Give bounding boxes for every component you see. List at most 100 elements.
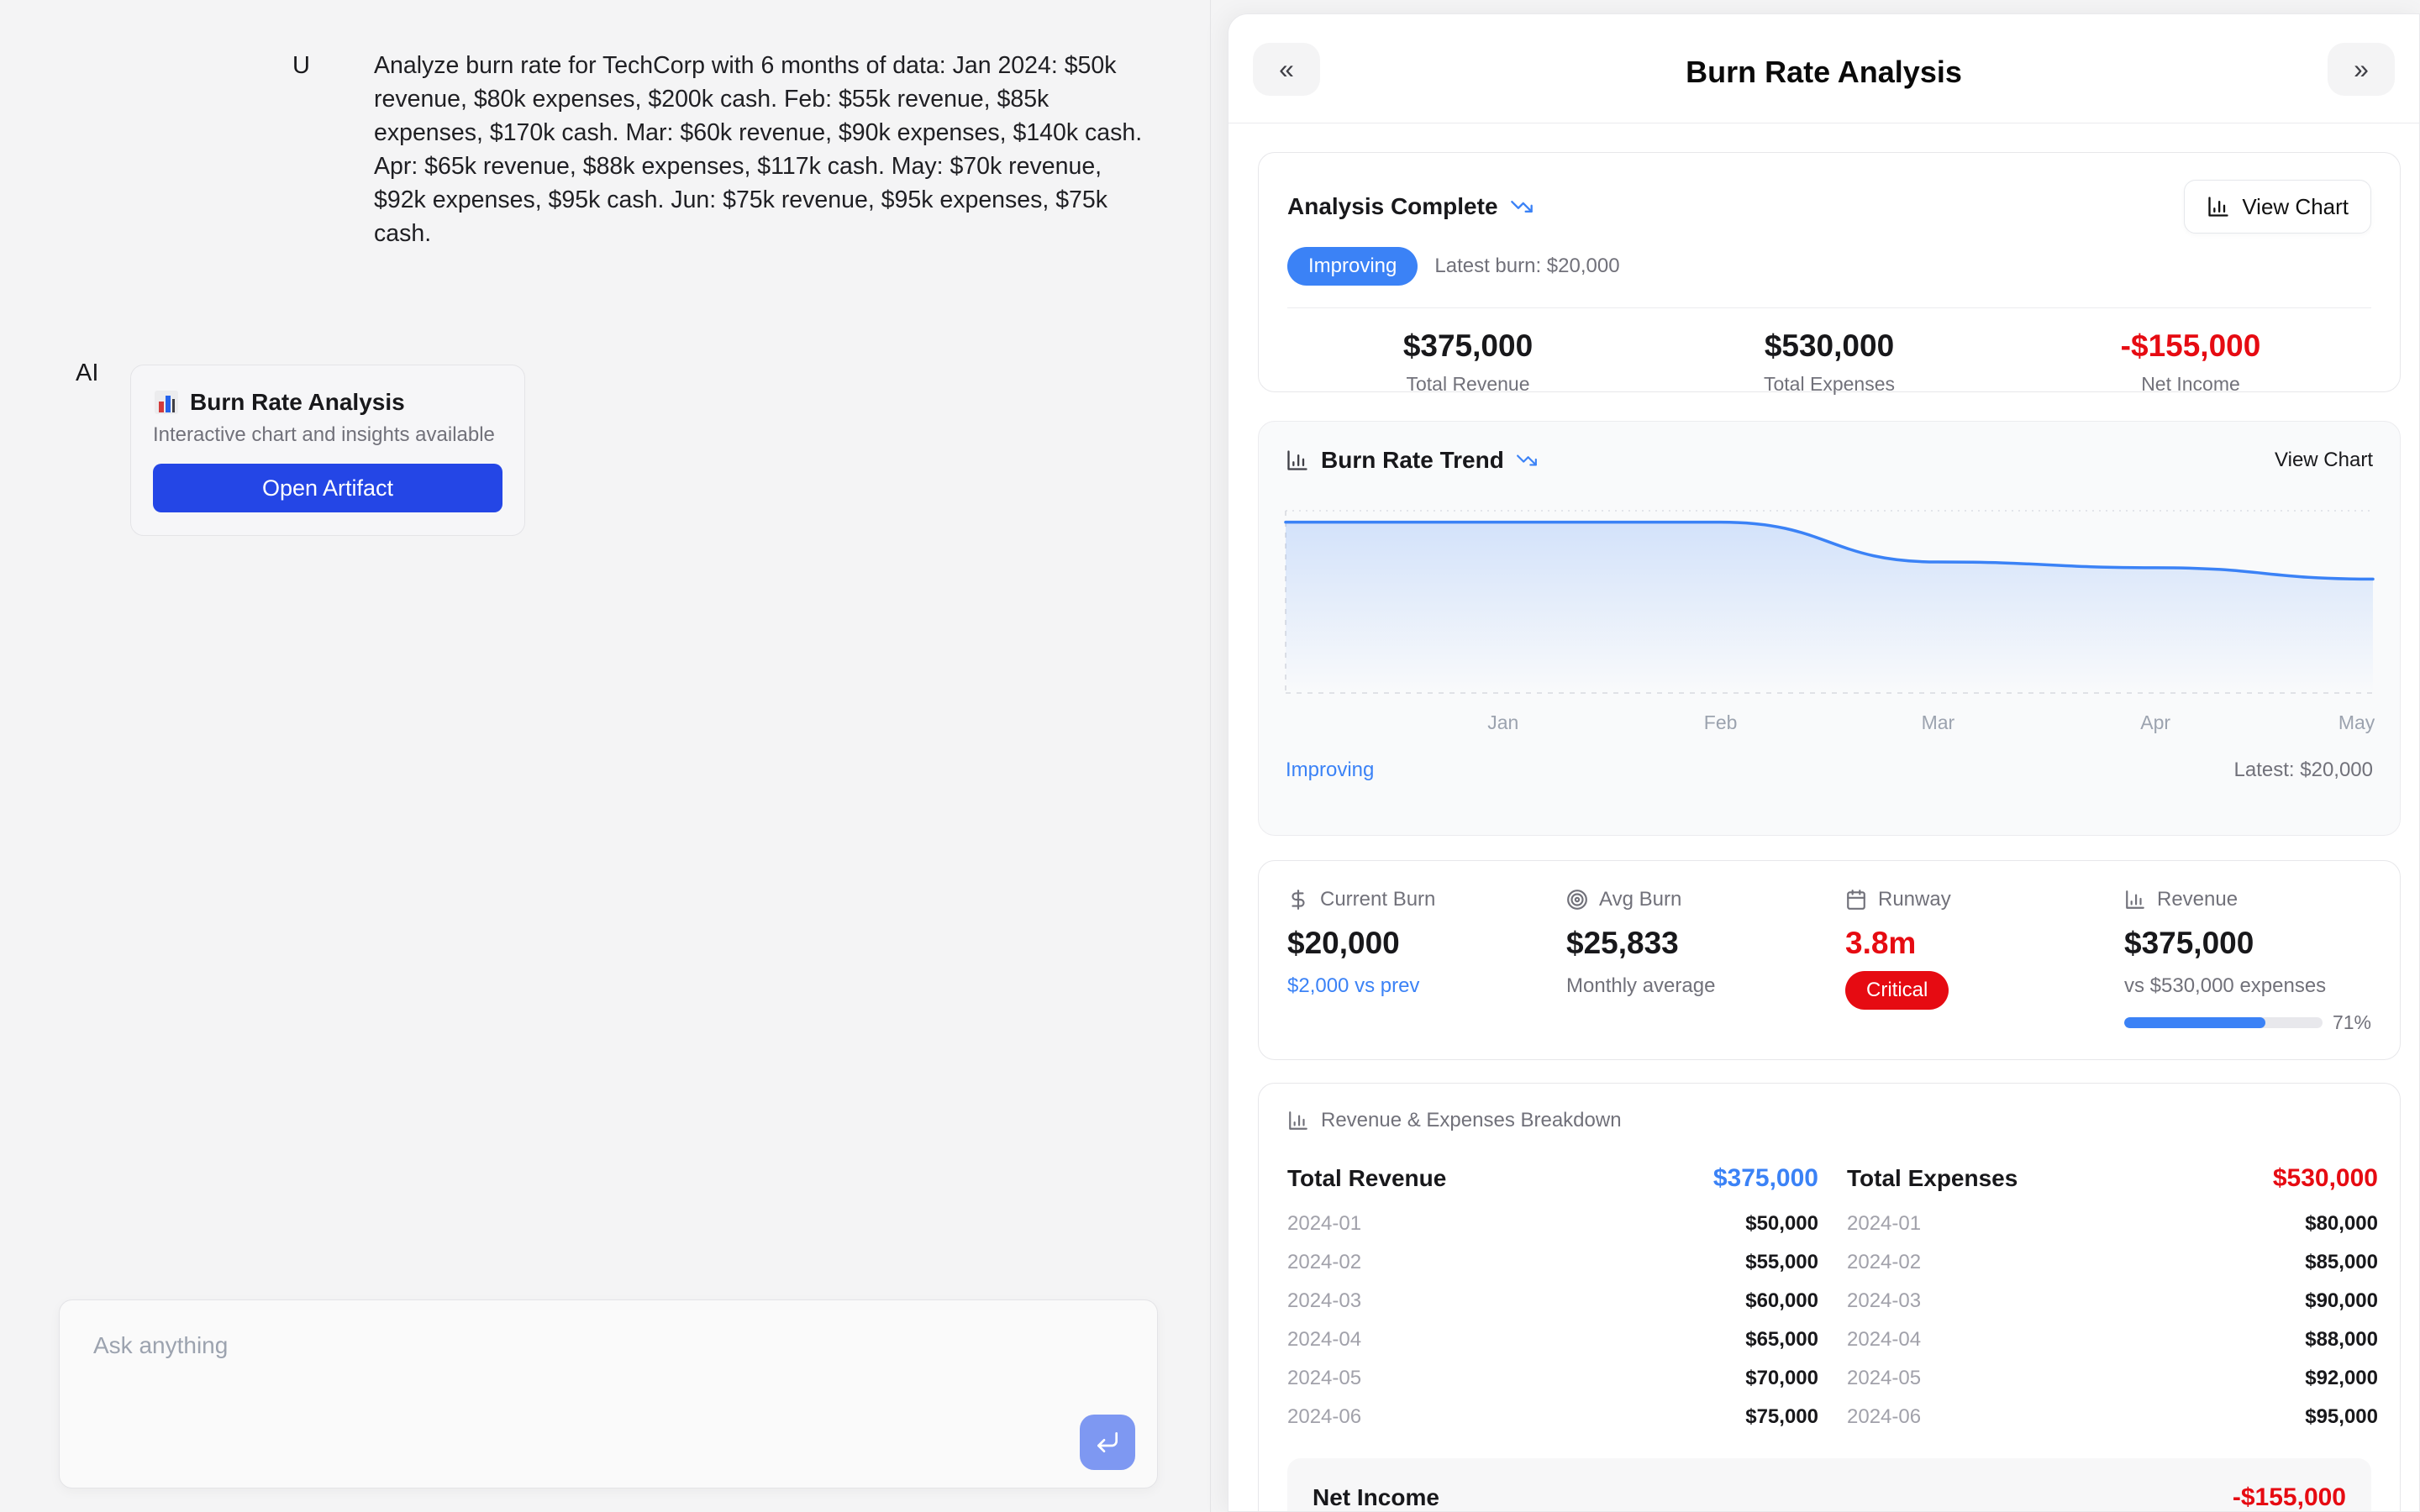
metric-current-burn: Current Burn $20,000 $2,000 vs prev xyxy=(1287,888,1566,1032)
user-avatar: U xyxy=(292,52,310,80)
metric-value: 3.8m xyxy=(1845,926,2124,961)
net-income-value: -$155,000 xyxy=(2233,1483,2346,1512)
calendar-icon xyxy=(1845,889,1867,911)
metric-label: Runway xyxy=(1878,888,1951,911)
chat-input[interactable] xyxy=(60,1300,1157,1426)
value-cell: $88,000 xyxy=(2305,1328,2378,1352)
month-cell: 2024-03 xyxy=(1847,1289,1921,1313)
expenses-total-row: Total Expenses $530,000 xyxy=(1847,1164,2378,1193)
stat-label: Total Revenue xyxy=(1287,373,1649,396)
burn-rate-chart xyxy=(1286,511,2373,693)
table-row: 2024-05$70,000 2024-05$92,000 xyxy=(1287,1359,2371,1398)
expand-panel-button[interactable]: » xyxy=(2328,43,2395,96)
breakdown-title: Revenue & Expenses Breakdown xyxy=(1321,1109,1622,1132)
table-row: 2024-03$60,000 2024-03$90,000 xyxy=(1287,1282,2371,1320)
table-row: 2024-01$50,000 2024-01$80,000 xyxy=(1287,1205,2371,1243)
chat-pane: U Analyze burn rate for TechCorp with 6 … xyxy=(0,0,1211,1512)
panel-title: Burn Rate Analysis xyxy=(1228,55,2419,90)
revenue-progress-track xyxy=(2124,1017,2323,1028)
value-cell: $70,000 xyxy=(1745,1367,1818,1390)
value-cell: $80,000 xyxy=(2305,1212,2378,1236)
table-row: 2024-06$75,000 2024-06$95,000 xyxy=(1287,1398,2371,1436)
metric-label: Current Burn xyxy=(1320,888,1435,911)
metric-avg-burn: Avg Burn $25,833 Monthly average xyxy=(1566,888,1845,1032)
stat-total-revenue: $375,000 Total Revenue xyxy=(1287,328,1649,396)
key-metrics-card: Current Burn $20,000 $2,000 vs prev Avg … xyxy=(1258,860,2401,1060)
area-fill xyxy=(1286,522,2373,693)
metric-value: $20,000 xyxy=(1287,926,1566,961)
target-icon xyxy=(1566,889,1588,911)
chat-input-box xyxy=(59,1299,1158,1488)
month-cell: 2024-06 xyxy=(1847,1405,1921,1429)
revenue-progress-percent: 71% xyxy=(2333,1011,2371,1034)
artifact-panel-zone: « Burn Rate Analysis » Analysis Complete xyxy=(1211,0,2420,1512)
column-header: Total Revenue xyxy=(1287,1165,1446,1192)
view-chart-link[interactable]: View Chart xyxy=(2275,449,2373,472)
trending-down-icon xyxy=(1516,449,1538,471)
revenue-progress-fill xyxy=(2124,1017,2265,1028)
trending-down-icon xyxy=(1510,195,1534,218)
stat-value: -$155,000 xyxy=(2010,328,2371,364)
stat-net-income: -$155,000 Net Income xyxy=(2010,328,2371,396)
view-chart-label: View Chart xyxy=(2242,194,2349,220)
metric-label: Revenue xyxy=(2157,888,2238,911)
x-axis-label: Jan xyxy=(1487,711,1518,734)
artifact-card: Burn Rate Analysis Interactive chart and… xyxy=(130,365,525,536)
bar-chart-icon xyxy=(2124,889,2146,911)
analysis-summary-card: Analysis Complete Vi xyxy=(1258,152,2401,392)
month-cell: 2024-01 xyxy=(1847,1212,1921,1236)
divider xyxy=(1287,307,2371,308)
artifact-title: Burn Rate Analysis xyxy=(190,389,405,416)
metric-runway: Runway 3.8m Critical xyxy=(1845,888,2124,1032)
panel-header: « Burn Rate Analysis » xyxy=(1228,14,2419,123)
stat-value: $530,000 xyxy=(1649,328,2010,364)
month-cell: 2024-01 xyxy=(1287,1212,1361,1236)
trend-status-label: Improving xyxy=(1286,759,1374,782)
net-income-label: Net Income xyxy=(1313,1484,1439,1511)
month-cell: 2024-04 xyxy=(1847,1328,1921,1352)
bar-chart-icon xyxy=(1287,1110,1309,1131)
trend-latest-label: Latest: $20,000 xyxy=(2234,759,2373,782)
value-cell: $55,000 xyxy=(1745,1251,1818,1274)
dollar-icon xyxy=(1287,889,1309,911)
month-cell: 2024-06 xyxy=(1287,1405,1361,1429)
critical-badge: Critical xyxy=(1845,971,1949,1010)
revenue-total: $375,000 xyxy=(1713,1164,1818,1193)
bar-chart-emoji-icon xyxy=(153,389,180,416)
value-cell: $75,000 xyxy=(1745,1405,1818,1429)
stat-label: Net Income xyxy=(2010,373,2371,396)
value-cell: $90,000 xyxy=(2305,1289,2378,1313)
view-chart-button[interactable]: View Chart xyxy=(2184,180,2371,234)
value-cell: $95,000 xyxy=(2305,1405,2378,1429)
month-cell: 2024-05 xyxy=(1287,1367,1361,1390)
month-cell: 2024-02 xyxy=(1847,1251,1921,1274)
x-axis-label: Mar xyxy=(1922,711,1955,734)
burn-rate-panel: « Burn Rate Analysis » Analysis Complete xyxy=(1228,13,2420,1512)
stat-total-expenses: $530,000 Total Expenses xyxy=(1649,328,2010,396)
expenses-total: $530,000 xyxy=(2273,1164,2378,1193)
table-row: 2024-02$55,000 2024-02$85,000 xyxy=(1287,1243,2371,1282)
x-axis-labels: Jan Feb Mar Apr May xyxy=(1286,705,2373,733)
summary-title: Analysis Complete xyxy=(1287,193,1498,220)
open-artifact-button[interactable]: Open Artifact xyxy=(153,464,502,512)
send-button[interactable] xyxy=(1080,1415,1135,1470)
month-cell: 2024-05 xyxy=(1847,1367,1921,1390)
x-axis-label: May xyxy=(2338,711,2375,734)
bar-chart-icon xyxy=(1286,449,1309,472)
latest-burn-text: Latest burn: $20,000 xyxy=(1434,255,1619,278)
value-cell: $92,000 xyxy=(2305,1367,2378,1390)
value-cell: $60,000 xyxy=(1745,1289,1818,1313)
value-cell: $85,000 xyxy=(2305,1251,2378,1274)
month-cell: 2024-03 xyxy=(1287,1289,1361,1313)
metric-label: Avg Burn xyxy=(1599,888,1681,911)
x-axis-label: Feb xyxy=(1704,711,1738,734)
artifact-subtitle: Interactive chart and insights available xyxy=(153,423,502,447)
table-row: 2024-04$65,000 2024-04$88,000 xyxy=(1287,1320,2371,1359)
revenue-total-row: Total Revenue $375,000 xyxy=(1287,1164,1818,1193)
column-header: Total Expenses xyxy=(1847,1165,2018,1192)
value-cell: $50,000 xyxy=(1745,1212,1818,1236)
metric-subtext: Monthly average xyxy=(1566,974,1845,998)
net-income-box: Net Income -$155,000 Loss-making over th… xyxy=(1287,1458,2371,1512)
x-axis-label: Apr xyxy=(2140,711,2170,734)
month-cell: 2024-02 xyxy=(1287,1251,1361,1274)
